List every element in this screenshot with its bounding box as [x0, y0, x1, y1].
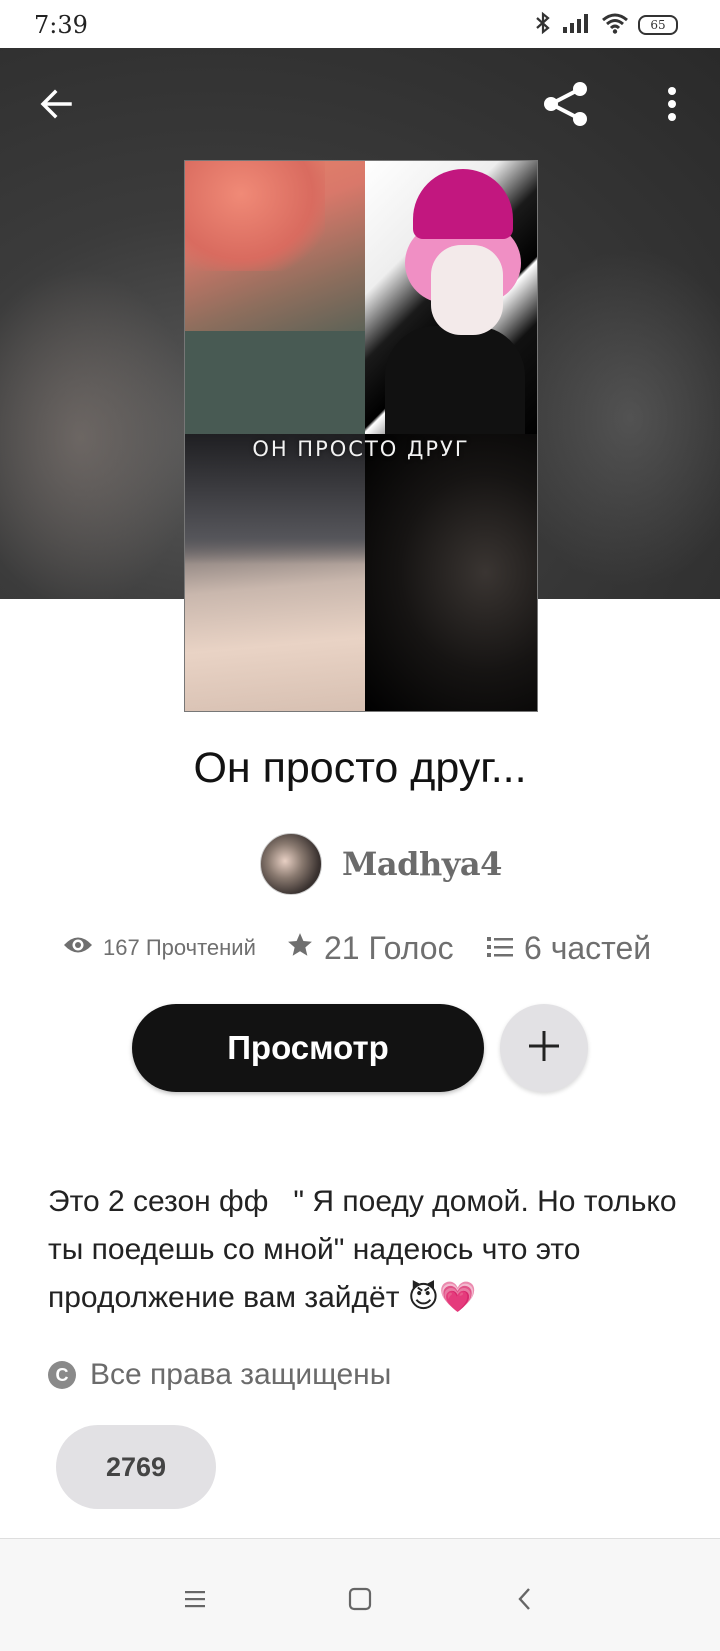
back-arrow-icon[interactable] — [30, 78, 82, 130]
back-chevron-icon[interactable] — [505, 1579, 545, 1619]
share-icon[interactable] — [540, 78, 592, 130]
votes-label: 21 Голос — [324, 930, 454, 966]
avatar[interactable] — [260, 833, 322, 895]
bluetooth-icon — [533, 11, 553, 40]
cover-drawing — [365, 161, 537, 434]
copyright-icon: C — [48, 1361, 76, 1389]
story-description: Это 2 сезон фф " Я поеду домой. Но тольк… — [48, 1185, 685, 1314]
author-row[interactable]: Madhya4 — [260, 833, 502, 895]
read-button[interactable]: Просмотр — [132, 1004, 484, 1092]
list-icon — [486, 930, 514, 967]
reads-label: 167 Прочтений — [103, 935, 256, 960]
parts-stat: 6 частей — [486, 930, 651, 967]
parts-label: 6 частей — [524, 930, 652, 966]
signal-icon — [562, 12, 592, 39]
menu-icon[interactable] — [175, 1579, 215, 1619]
cover-photo-1 — [185, 161, 365, 434]
votes-stat: 21 Голос — [286, 930, 454, 967]
story-cover[interactable]: ОН ПРОСТО ДРУГ — [184, 160, 538, 712]
star-icon — [286, 930, 314, 967]
reads-stat: 167 Прочтений — [63, 934, 256, 962]
status-icons: 65 — [533, 11, 678, 40]
plus-icon — [526, 1028, 562, 1069]
story-stats: 167 Прочтений 21 Голос 6 частей — [0, 930, 720, 974]
wifi-icon — [601, 12, 629, 39]
status-time: 7:39 — [34, 11, 88, 39]
copyright-label: Все права защищены — [90, 1358, 392, 1391]
tag-chip[interactable]: 2769 — [56, 1425, 216, 1509]
more-vertical-icon[interactable] — [646, 78, 698, 130]
cover-photo-3 — [185, 434, 365, 711]
cover-title-text: ОН ПРОСТО ДРУГ — [252, 437, 470, 461]
author-name[interactable]: Madhya4 — [342, 845, 502, 883]
status-bar: 7:39 65 — [0, 0, 720, 48]
story-title: Он просто друг... — [193, 744, 527, 792]
add-to-library-button[interactable] — [500, 1004, 588, 1092]
system-nav-bar — [0, 1538, 720, 1651]
eye-icon — [63, 934, 93, 962]
cover-photo-4 — [365, 434, 537, 711]
home-square-icon[interactable] — [340, 1579, 380, 1619]
copyright-row: C Все права защищены — [48, 1358, 391, 1392]
battery-icon: 65 — [638, 15, 678, 35]
